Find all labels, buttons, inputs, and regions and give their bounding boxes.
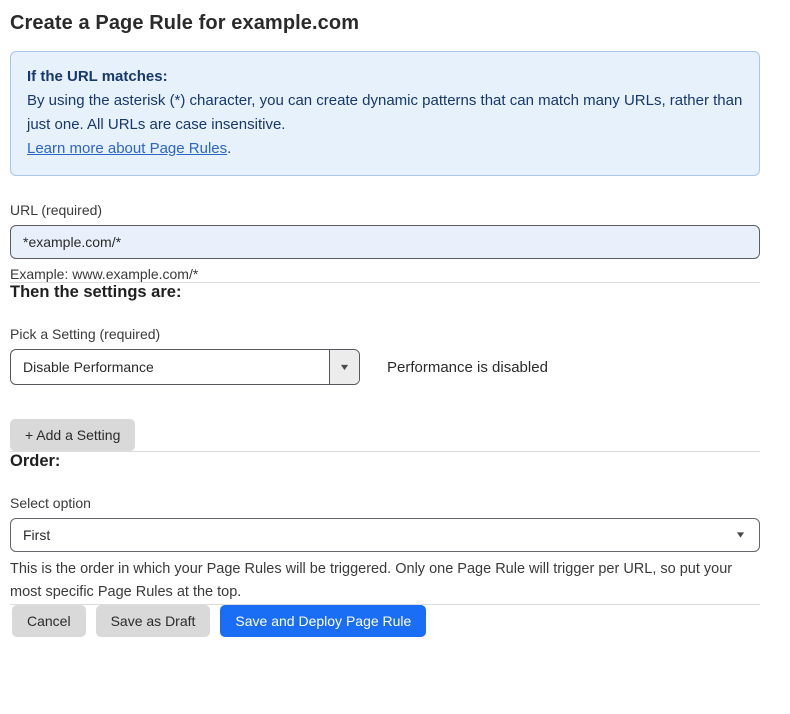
info-box-link-line: Learn more about Page Rules. xyxy=(27,137,743,161)
save-draft-button[interactable]: Save as Draft xyxy=(96,605,211,637)
url-input[interactable] xyxy=(10,225,760,259)
url-example-text: Example: www.example.com/* xyxy=(10,266,760,282)
learn-more-link[interactable]: Learn more about Page Rules xyxy=(27,140,227,157)
info-box-heading: If the URL matches: xyxy=(27,65,743,89)
chevron-down-icon: ▼ xyxy=(338,363,350,372)
settings-section-heading: Then the settings are: xyxy=(10,283,760,302)
pick-setting-label: Pick a Setting (required) xyxy=(10,326,760,342)
setting-select[interactable]: Disable Performance ▼ xyxy=(10,349,360,385)
chevron-down-icon: ▼ xyxy=(735,531,747,540)
link-suffix: . xyxy=(227,140,231,157)
cancel-button[interactable]: Cancel xyxy=(12,605,86,637)
url-field-label: URL (required) xyxy=(10,202,760,218)
url-match-info-box: If the URL matches: By using the asteris… xyxy=(10,51,760,176)
setting-row: Disable Performance ▼ Performance is dis… xyxy=(10,349,760,385)
order-description: This is the order in which your Page Rul… xyxy=(10,558,760,604)
setting-select-value: Disable Performance xyxy=(11,350,329,384)
order-select[interactable]: First ▼ xyxy=(10,518,760,552)
order-select-value: First xyxy=(23,527,50,543)
save-deploy-button[interactable]: Save and Deploy Page Rule xyxy=(220,605,426,637)
order-select-label: Select option xyxy=(10,495,760,511)
setting-select-arrow-button[interactable]: ▼ xyxy=(329,350,359,384)
info-box-body: By using the asterisk (*) character, you… xyxy=(27,89,743,137)
footer-actions: Cancel Save as Draft Save and Deploy Pag… xyxy=(10,605,760,649)
setting-status-text: Performance is disabled xyxy=(387,359,548,376)
order-section-heading: Order: xyxy=(10,452,760,471)
add-setting-button[interactable]: + Add a Setting xyxy=(10,419,135,451)
page-title: Create a Page Rule for example.com xyxy=(10,12,760,35)
page-rule-form: Create a Page Rule for example.com If th… xyxy=(0,0,790,649)
